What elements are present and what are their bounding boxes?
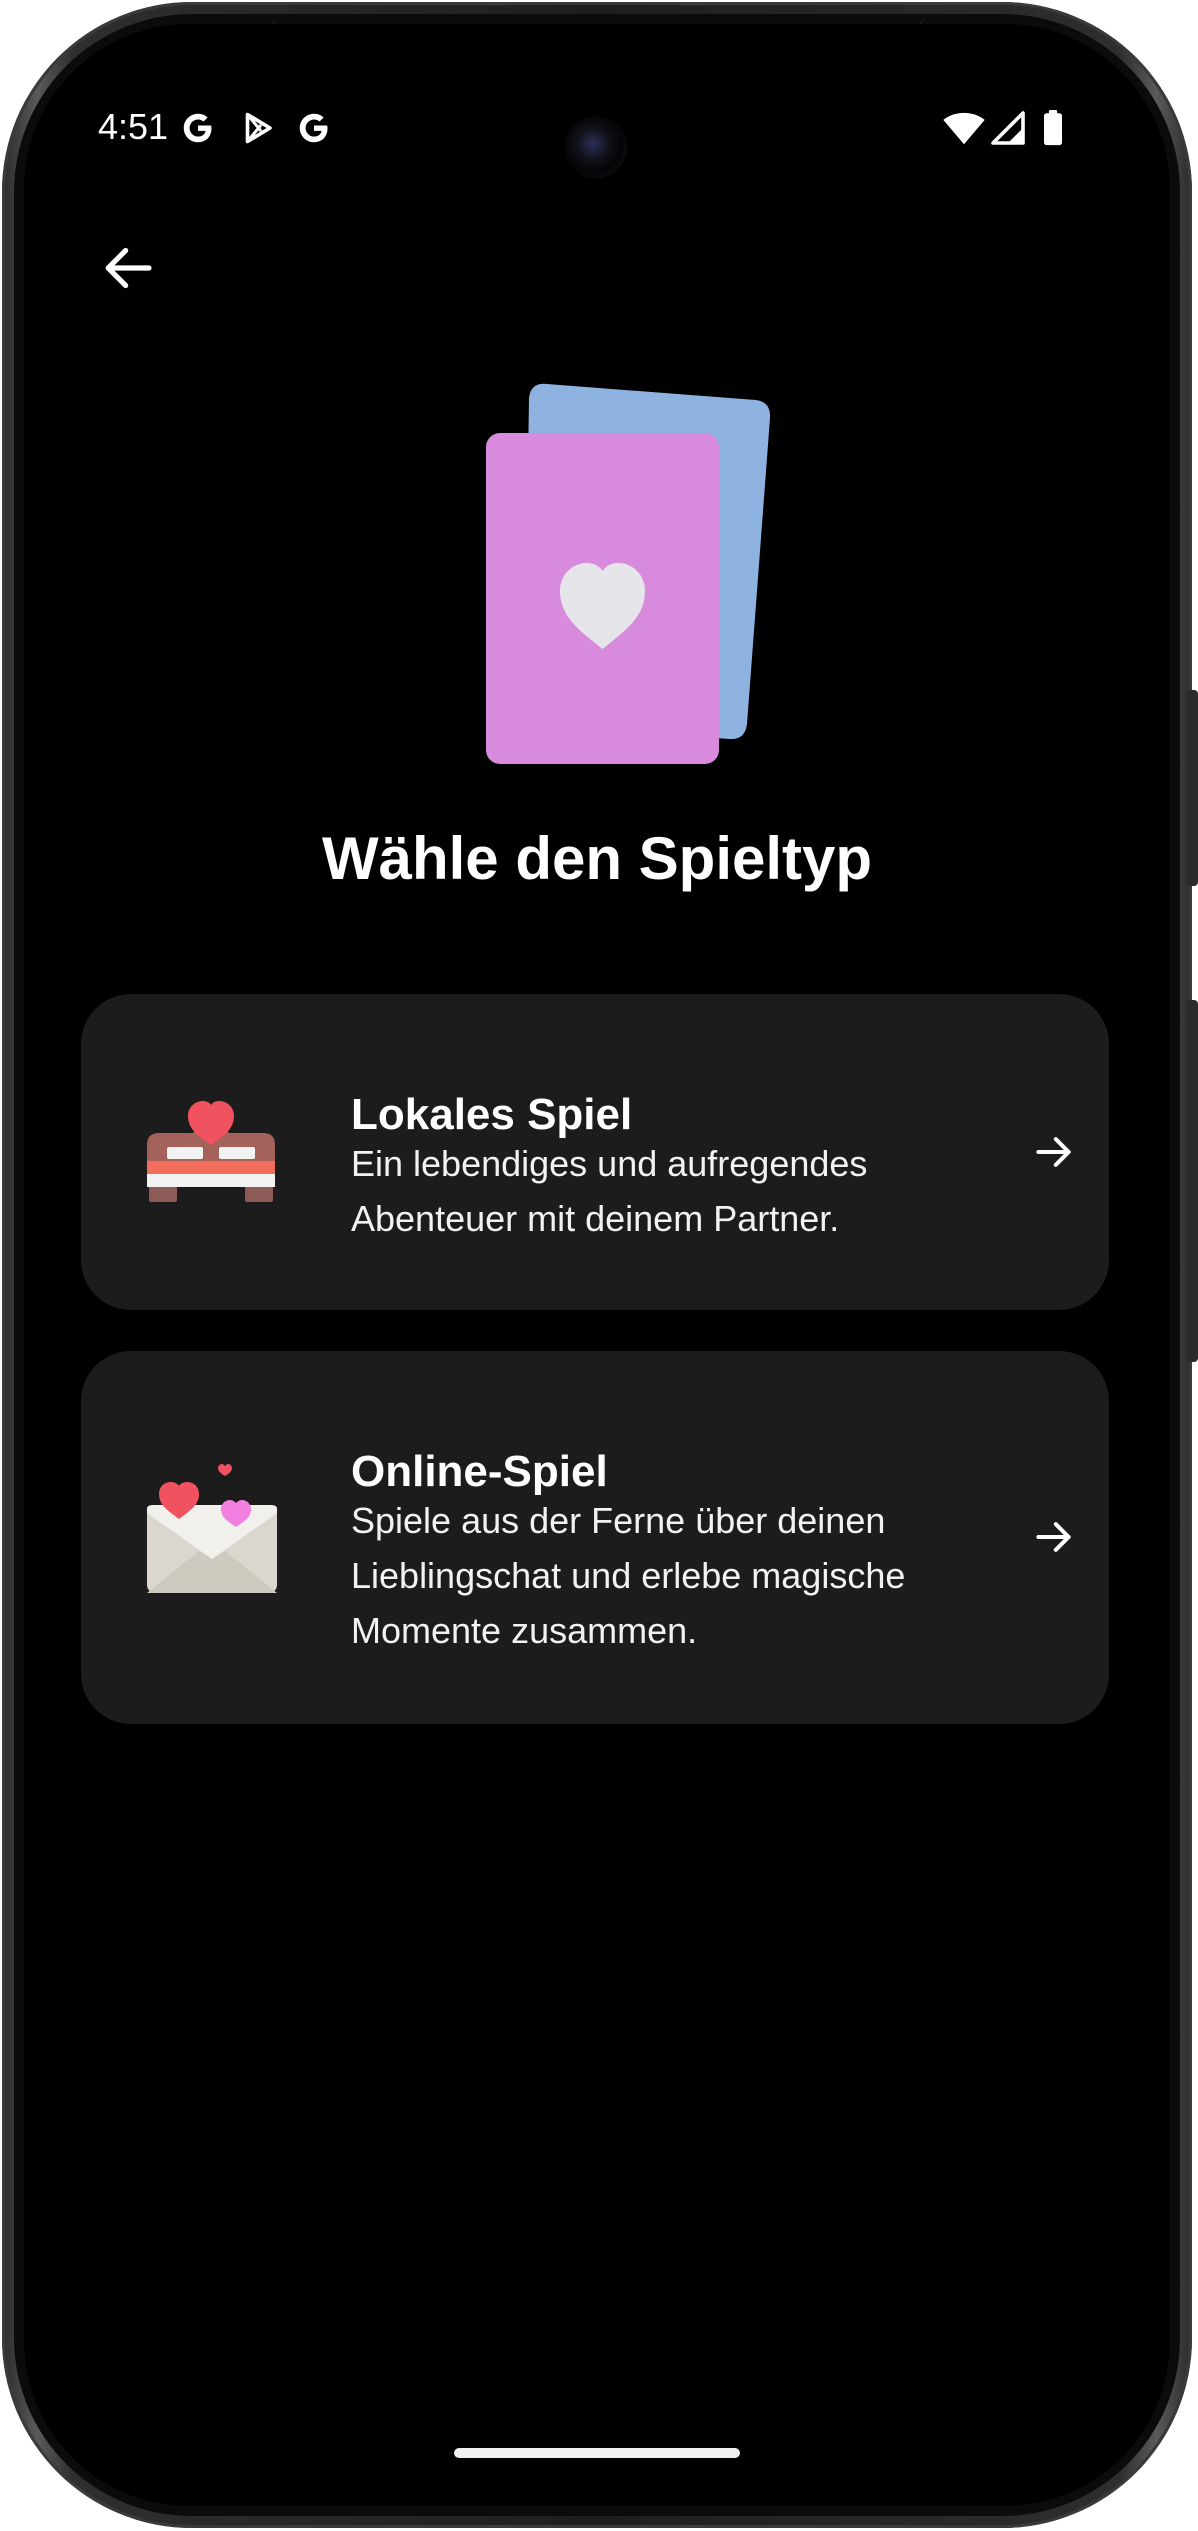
cellular-signal-icon — [991, 111, 1025, 145]
wifi-icon — [943, 112, 985, 145]
envelope-with-hearts-icon — [147, 1464, 277, 1593]
page-title: Wähle den Spieltyp — [321, 825, 873, 892]
status-time: 4:51 — [98, 106, 169, 147]
arrow-right-icon — [1036, 1522, 1071, 1552]
option-card-local-game[interactable]: Lokales Spiel Ein lebendiges und aufrege… — [81, 994, 1109, 1310]
battery-icon — [1044, 110, 1062, 146]
home-indicator[interactable] — [454, 2448, 740, 2458]
option-card-online-game[interactable]: Online-Spiel Spiele aus der Ferne über d… — [81, 1351, 1109, 1724]
option-description: Spiele aus der Ferne über deinen Lieblin… — [351, 1500, 906, 1651]
arrow-right-icon — [1036, 1137, 1071, 1167]
playing-cards-heart-icon — [486, 383, 771, 764]
arrow-left-icon[interactable] — [100, 240, 156, 296]
option-title: Online-Spiel — [351, 1447, 608, 1496]
app-screen: 4:51 Wähle den Spieltyp Lokales Spiel Ei… — [24, 24, 1170, 2506]
google-g-icon — [299, 113, 328, 143]
power-button — [1186, 690, 1198, 886]
option-title: Lokales Spiel — [351, 1090, 633, 1139]
option-description: Ein lebendiges und aufregendes Abenteuer… — [351, 1143, 868, 1239]
play-store-icon — [245, 112, 272, 144]
google-g-icon — [183, 113, 212, 143]
front-camera — [565, 116, 627, 178]
volume-button — [1186, 1000, 1198, 1362]
status-bar: 4:51 — [24, 24, 1170, 184]
phone-device: 4:51 Wähle den Spieltyp Lokales Spiel Ei… — [0, 0, 1198, 2531]
bed-with-heart-icon — [147, 1101, 275, 1202]
